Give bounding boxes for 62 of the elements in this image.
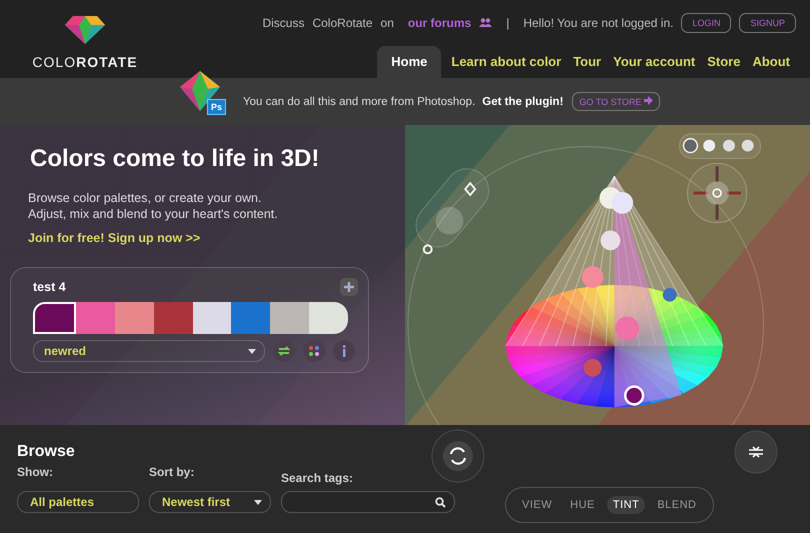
color-swatch[interactable] <box>270 302 310 334</box>
palette-name: test 4 <box>33 280 66 294</box>
hero-title: Colors come to life in 3D! <box>30 145 320 173</box>
nav-tab[interactable]: Tour <box>567 46 608 78</box>
circle-icon[interactable] <box>723 140 735 152</box>
filter-label: Show: <box>17 465 54 479</box>
mode-tab[interactable]: HUE <box>564 496 601 514</box>
color-swatch[interactable] <box>309 302 348 334</box>
on-text: on <box>380 16 394 30</box>
direction-pad-icon[interactable] <box>687 162 748 224</box>
circle-icon[interactable] <box>422 244 433 254</box>
account-button[interactable]: SIGNUP <box>739 12 796 32</box>
arrow-icon <box>644 96 653 105</box>
nav-tab[interactable]: Store <box>701 46 746 78</box>
nav-tab[interactable]: Your account <box>607 46 702 78</box>
promo-text: You can do all this and more from Photoshop. <box>243 96 476 108</box>
discuss-text: Discuss <box>262 16 304 30</box>
plus-icon <box>344 282 354 292</box>
promo-emphasis: Get the plugin! <box>482 96 564 108</box>
nav-tab[interactable]: Learn about color <box>445 46 568 78</box>
search-field[interactable] <box>281 491 455 513</box>
color-swatch[interactable] <box>231 302 270 334</box>
forums-link[interactable]: our forums <box>408 16 472 30</box>
hero-text: Browse color palettes, or create your own. <box>28 191 262 205</box>
nav-tab[interactable]: Home <box>377 46 442 78</box>
diamond-icon[interactable] <box>464 182 476 197</box>
greeting-text: Hello! You are not logged in. <box>523 16 674 30</box>
separator: | <box>506 16 510 30</box>
signup-link[interactable]: Join for free! Sign up now >> <box>28 231 406 245</box>
mode-tab[interactable]: TINT <box>606 496 646 514</box>
add-button[interactable] <box>340 278 358 296</box>
rotate-button[interactable] <box>431 429 485 483</box>
dots-icon[interactable] <box>303 340 325 362</box>
color-swatch[interactable] <box>76 302 115 334</box>
caret-icon <box>254 500 262 504</box>
filter-label: Sort by: <box>149 465 196 479</box>
palette-dropdown[interactable]: newred <box>33 340 265 362</box>
nav-tab[interactable]: About <box>746 46 796 78</box>
mode-tab[interactable]: BLEND <box>651 496 702 514</box>
sort-dropdown[interactable]: Newest first <box>149 491 271 513</box>
site-name: ColoRotate <box>312 16 373 30</box>
color-swatch[interactable] <box>33 302 76 334</box>
info-icon[interactable] <box>333 340 355 362</box>
color-swatch[interactable] <box>114 302 154 334</box>
logo-text: COLOROTATE <box>32 54 138 70</box>
caret-icon <box>248 348 256 354</box>
search-icon <box>435 496 446 508</box>
color-swatch[interactable] <box>154 302 192 334</box>
adjust-button[interactable] <box>734 430 778 474</box>
color-swatch[interactable] <box>192 302 232 334</box>
account-button[interactable]: LOGIN <box>681 12 732 32</box>
gem-logo-icon <box>65 16 105 44</box>
hero-text: Adjust, mix and blend to your heart's content. <box>28 207 279 221</box>
circle-icon[interactable] <box>742 140 754 152</box>
color-cone-drawing[interactable] <box>505 176 724 408</box>
browse-title: Browse <box>17 443 76 461</box>
cone-viewer-drawing[interactable] <box>406 133 764 425</box>
swap-icon[interactable] <box>273 340 295 362</box>
show-select[interactable]: All palettes <box>17 491 139 513</box>
filter-label: Search tags: <box>281 471 354 485</box>
people-icon <box>479 18 492 27</box>
mode-tab[interactable]: VIEW <box>516 496 558 514</box>
